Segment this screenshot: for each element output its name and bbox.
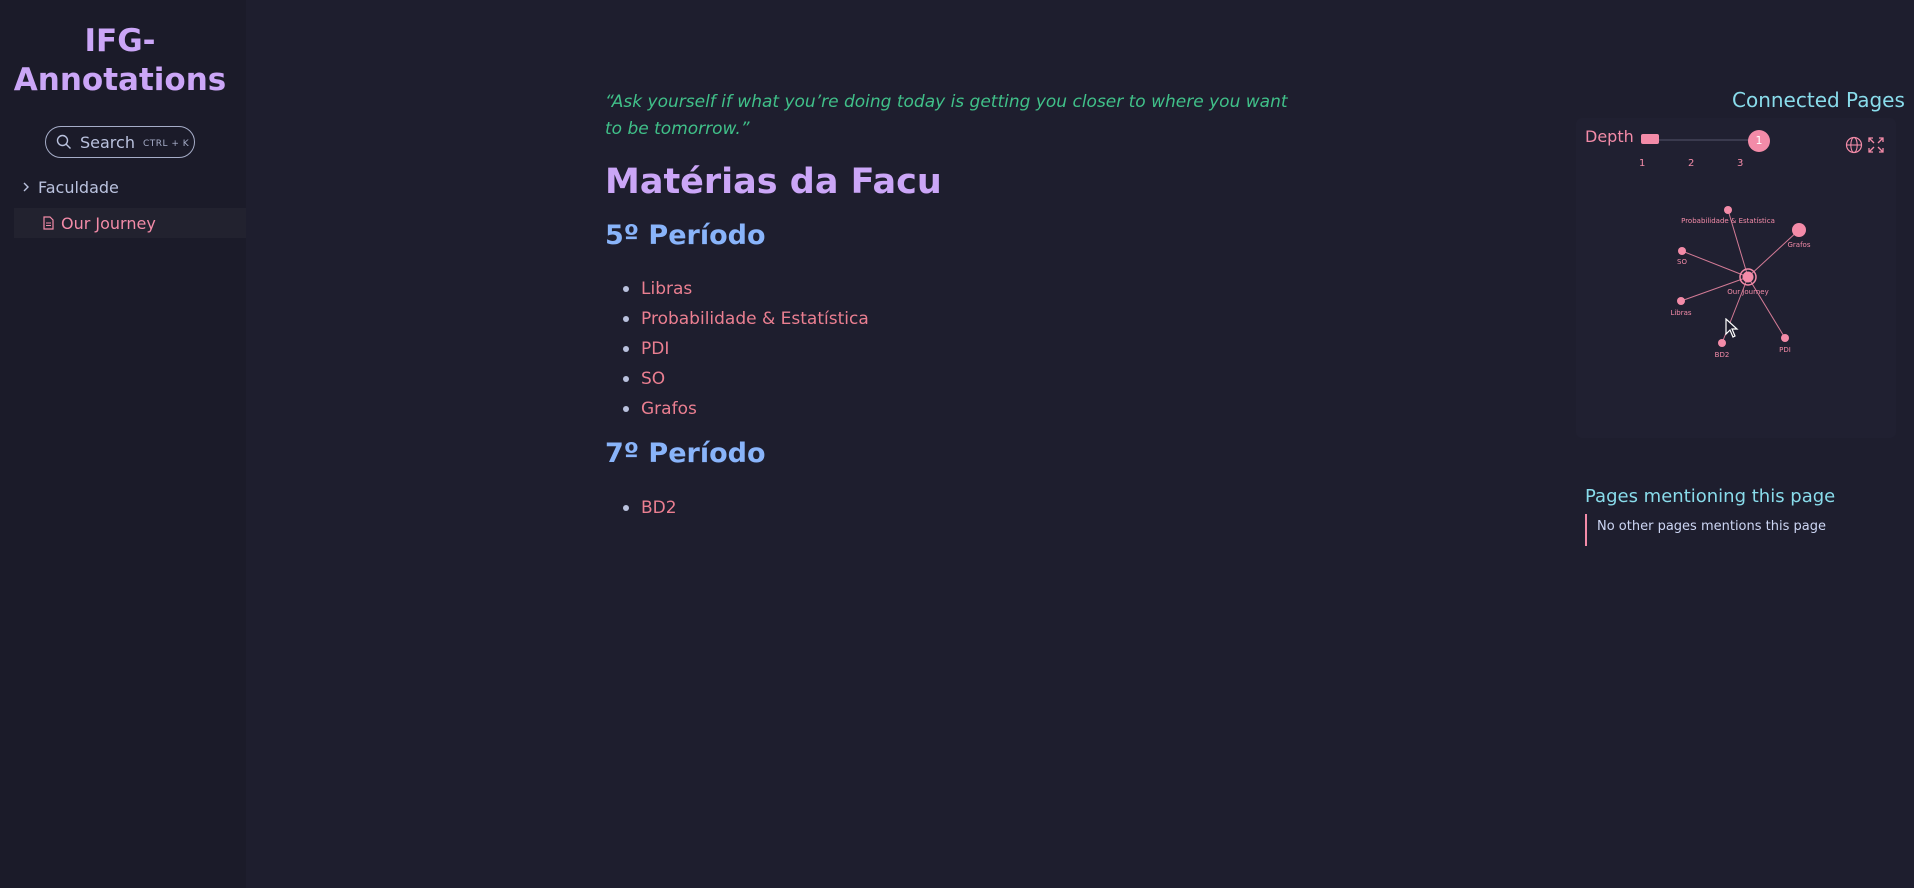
search-icon	[56, 134, 71, 149]
list-item: Libras	[623, 274, 869, 304]
graph-view[interactable]: Probabilidade & Estatística Grafos SO Ou…	[1576, 118, 1896, 438]
graph-label-our-journey: Our Journey	[1727, 288, 1768, 296]
list-item: PDI	[623, 334, 869, 364]
graph-label-pdi: PDI	[1779, 346, 1791, 354]
page-title: Matérias da Facu	[605, 162, 942, 202]
graph-label-probabilidade: Probabilidade & Estatística	[1681, 217, 1775, 225]
graph-node-probabilidade	[1724, 206, 1732, 214]
connected-pages-title: Connected Pages	[1732, 88, 1905, 112]
link-pdi[interactable]: PDI	[641, 339, 669, 359]
sidebar: IFG-Annotations Search CTRL + K Faculdad…	[0, 0, 246, 888]
search-shortcut: CTRL + K	[142, 138, 190, 149]
depth-slider-track[interactable]	[1641, 139, 1762, 141]
search-button[interactable]: Search CTRL + K	[45, 126, 195, 158]
edge	[1747, 276, 1786, 339]
mentions-empty-text: No other pages mentions this page	[1585, 514, 1826, 546]
graph-node-pdi	[1781, 334, 1789, 342]
chevron-right-icon	[23, 182, 29, 192]
mouse-cursor-icon	[1725, 318, 1739, 338]
list-item: Grafos	[623, 394, 869, 424]
link-libras[interactable]: Libras	[641, 279, 692, 299]
depth-tick: 1	[1639, 158, 1646, 169]
depth-tick: 2	[1688, 158, 1695, 169]
graph-node-bd2	[1718, 339, 1726, 347]
graph-node-grafos	[1792, 223, 1806, 237]
search-label: Search	[80, 132, 135, 152]
graph-label-bd2: BD2	[1715, 351, 1730, 359]
sidebar-folder-label: Faculdade	[38, 177, 119, 197]
sidebar-item-label: Our Journey	[61, 213, 156, 233]
depth-label: Depth	[1585, 127, 1634, 146]
sidebar-item-our-journey[interactable]: Our Journey	[14, 208, 246, 238]
subject-list-7: BD2	[623, 493, 677, 523]
section-heading-5-periodo: 5º Período	[605, 220, 766, 251]
list-item: Probabilidade & Estatística	[623, 304, 869, 334]
site-title[interactable]: IFG-Annotations	[0, 22, 240, 100]
graph-label-so: SO	[1677, 258, 1687, 266]
globe-icon[interactable]	[1845, 136, 1863, 154]
graph-node-our-journey	[1742, 271, 1754, 283]
section-heading-7-periodo: 7º Período	[605, 438, 766, 469]
link-grafos[interactable]: Grafos	[641, 399, 697, 419]
expand-icon[interactable]	[1867, 136, 1885, 154]
depth-slider-handle[interactable]: 1	[1748, 130, 1770, 152]
depth-tick: 3	[1737, 158, 1744, 169]
edge	[1681, 250, 1749, 278]
list-item: BD2	[623, 493, 677, 523]
subject-list-5: Libras Probabilidade & Estatística PDI S…	[623, 274, 869, 424]
link-bd2[interactable]: BD2	[641, 498, 677, 518]
link-probabilidade[interactable]: Probabilidade & Estatística	[641, 309, 869, 329]
depth-slider-fill	[1641, 134, 1659, 144]
graph-node-so	[1678, 247, 1686, 255]
sidebar-folder-faculdade[interactable]: Faculdade	[20, 176, 119, 198]
edge	[1747, 229, 1800, 278]
file-icon	[43, 216, 54, 230]
graph-node-libras	[1677, 297, 1685, 305]
graph-label-grafos: Grafos	[1788, 241, 1811, 249]
quote: “Ask yourself if what you’re doing today…	[605, 92, 1288, 139]
mentions-title: Pages mentioning this page	[1585, 486, 1836, 507]
list-item: SO	[623, 364, 869, 394]
link-so[interactable]: SO	[641, 369, 665, 389]
graph-label-libras: Libras	[1670, 309, 1691, 317]
